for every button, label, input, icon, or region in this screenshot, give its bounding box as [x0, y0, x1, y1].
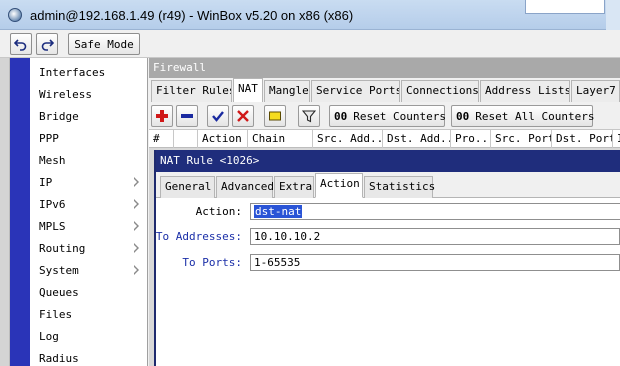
sidebar-item-label: System: [39, 263, 79, 277]
sidebar-item-bridge[interactable]: Bridge: [30, 105, 148, 127]
undo-button[interactable]: [10, 33, 32, 55]
column-header-in-interface[interactable]: In: [613, 130, 620, 148]
action-select-value: dst-nat: [254, 205, 303, 218]
sidebar-item-ppp[interactable]: PPP: [30, 127, 148, 149]
to-ports-input[interactable]: 1-65535: [250, 254, 620, 271]
sidebar-item-label: Mesh: [39, 153, 66, 167]
sidebar-item-label: IP: [39, 175, 53, 189]
sidebar-item-interfaces[interactable]: Interfaces: [30, 61, 148, 83]
nat-table-header: # Action Chain Src. Add... Dst. Add... P…: [149, 130, 620, 148]
tab-general[interactable]: General: [160, 176, 215, 198]
column-header-dst-address[interactable]: Dst. Add...: [383, 130, 451, 148]
submenu-arrow-icon: [134, 177, 139, 187]
routeros-sidebar-bar: [10, 58, 30, 366]
sidebar-item-wireless[interactable]: Wireless: [30, 83, 148, 105]
reset-counters-label: Reset Counters: [353, 109, 446, 123]
tab-layer7-protocols[interactable]: Layer7 P: [571, 80, 620, 102]
tab-extra[interactable]: Extra: [274, 176, 314, 198]
sidebar-item-ip[interactable]: IP: [30, 171, 148, 193]
sidebar-item-label: Radius: [39, 351, 79, 365]
cross-icon: [237, 110, 249, 122]
main-toolbar: Safe Mode: [0, 30, 620, 58]
sidebar-item-label: Routing: [39, 241, 86, 255]
column-header-flags[interactable]: [174, 130, 198, 148]
minus-icon: [181, 114, 193, 118]
sidebar-item-label: Interfaces: [39, 65, 106, 79]
tab-nat[interactable]: NAT: [233, 78, 263, 102]
disable-button[interactable]: [232, 105, 254, 127]
sidebar-item-label: Log: [39, 329, 59, 343]
remove-button[interactable]: [176, 105, 198, 127]
enable-button[interactable]: [207, 105, 229, 127]
sidebar-item-mesh[interactable]: Mesh: [30, 149, 148, 171]
sidebar-item-label: Files: [39, 307, 73, 321]
tab-advanced[interactable]: Advanced: [216, 176, 274, 198]
column-header-src-port[interactable]: Src. Port: [491, 130, 552, 148]
sidebar-item-files[interactable]: Files: [30, 303, 148, 325]
checkmark-icon: [212, 111, 224, 122]
counter-reset-icon: 00: [334, 109, 348, 123]
redo-button[interactable]: [36, 33, 58, 55]
dialog-tabs: General Advanced Extra Action Statistics: [156, 172, 620, 198]
comment-note-icon: [269, 111, 281, 121]
tab-mangle[interactable]: Mangle: [264, 80, 310, 102]
left-frame-strip: [0, 58, 10, 366]
to-addresses-field-label[interactable]: To Addresses:: [130, 228, 242, 245]
reset-all-counters-button[interactable]: 00 Reset All Counters: [451, 105, 595, 127]
column-header-action[interactable]: Action: [198, 130, 248, 148]
sidebar-item-label: Bridge: [39, 109, 79, 123]
nat-rule-dialog: NAT Rule <1026> General Advanced Extra A…: [154, 150, 620, 366]
reset-counters-button[interactable]: 00 Reset Counters: [329, 105, 446, 127]
firewall-toolbar: 00 Reset Counters 00 Reset All Counters: [149, 102, 620, 130]
redo-arrow-icon: [41, 39, 54, 51]
winbox-app-icon: [8, 8, 22, 22]
firewall-tabs: Filter Rules NAT Mangle Service Ports Co…: [149, 78, 620, 102]
firewall-window-title: Firewall: [149, 58, 620, 78]
column-header-protocol[interactable]: Pro...: [451, 130, 491, 148]
safe-mode-button[interactable]: Safe Mode: [68, 33, 140, 55]
column-header-number[interactable]: #: [149, 130, 174, 148]
to-addresses-input[interactable]: 10.10.10.2: [250, 228, 620, 245]
undo-arrow-icon: [14, 39, 27, 51]
sidebar-item-label: PPP: [39, 131, 59, 145]
title-bar-tab: [525, 0, 605, 14]
action-field-label: Action:: [195, 205, 242, 218]
window-title: admin@192.168.1.49 (r49) - WinBox v5.20 …: [30, 8, 354, 23]
to-ports-field-label[interactable]: To Ports:: [130, 254, 242, 271]
tab-service-ports[interactable]: Service Ports: [311, 80, 400, 102]
title-bar-edge: [606, 0, 620, 30]
action-select[interactable]: dst-nat: [250, 203, 620, 220]
column-header-chain[interactable]: Chain: [248, 130, 313, 148]
sidebar-item-label: MPLS: [39, 219, 66, 233]
sidebar-item-label: Wireless: [39, 87, 92, 101]
sidebar-item-label: IPv6: [39, 197, 66, 211]
counter-reset-icon: 00: [456, 109, 470, 123]
comment-button[interactable]: [264, 105, 286, 127]
tab-statistics[interactable]: Statistics: [364, 176, 435, 198]
column-header-src-address[interactable]: Src. Add...: [313, 130, 383, 148]
sidebar-item-queues[interactable]: Queues: [30, 281, 148, 303]
column-header-dst-port[interactable]: Dst. Port: [552, 130, 613, 148]
tab-action[interactable]: Action: [315, 173, 363, 198]
tab-connections[interactable]: Connections: [401, 80, 479, 102]
reset-all-counters-label: Reset All Counters: [475, 109, 595, 123]
add-button[interactable]: [151, 105, 173, 127]
sidebar-item-log[interactable]: Log: [30, 325, 148, 347]
sidebar-item-radius[interactable]: Radius: [30, 347, 148, 366]
title-bar: admin@192.168.1.49 (r49) - WinBox v5.20 …: [0, 0, 620, 30]
tab-filter-rules[interactable]: Filter Rules: [151, 80, 232, 102]
plus-icon: [156, 110, 168, 122]
dialog-title[interactable]: NAT Rule <1026>: [156, 150, 620, 172]
sidebar-item-label: Queues: [39, 285, 79, 299]
filter-button[interactable]: [298, 105, 320, 127]
funnel-filter-icon: [302, 110, 316, 123]
tab-address-lists[interactable]: Address Lists: [480, 80, 570, 102]
action-tab-panel: Action: dst-nat To Addresses: 10.10.10.2…: [156, 198, 620, 366]
